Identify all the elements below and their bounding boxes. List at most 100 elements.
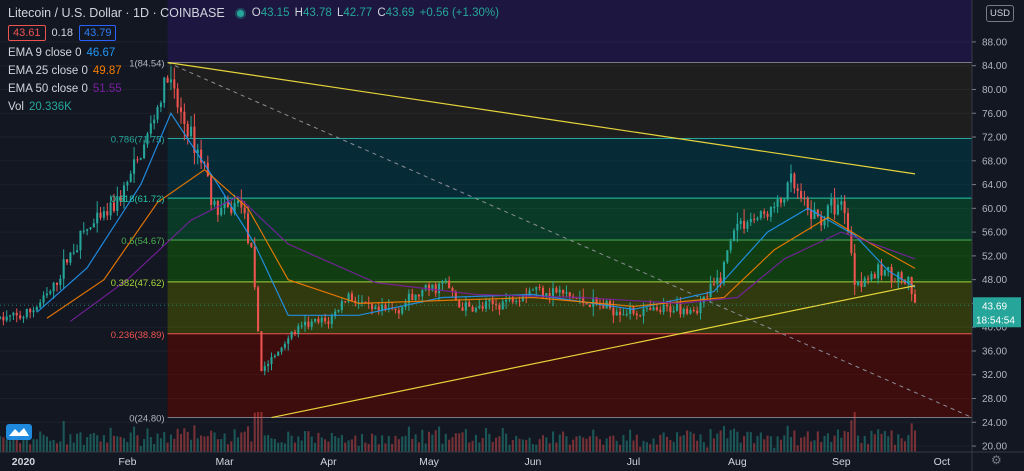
- currency-button[interactable]: USD: [986, 5, 1014, 22]
- candle-body: [2, 316, 5, 321]
- volume-bar: [629, 429, 632, 452]
- volume-bar: [86, 437, 89, 452]
- volume-bar: [122, 438, 126, 452]
- candle-body: [669, 306, 672, 313]
- study-value: 49.87: [92, 65, 122, 77]
- price-tick-label: 28.00: [982, 394, 1007, 405]
- volume-bar: [99, 441, 102, 452]
- candle-body: [783, 199, 786, 203]
- candle-body: [444, 280, 447, 282]
- volume-bar: [424, 443, 427, 452]
- volume-bar: [59, 441, 62, 452]
- ask-price-button[interactable]: 43.79: [78, 25, 117, 41]
- volume-bar: [173, 438, 176, 452]
- volume-bar: [863, 435, 866, 452]
- volume-bar: [907, 435, 910, 452]
- candle-body: [307, 321, 310, 327]
- candle-body: [22, 317, 25, 319]
- gear-icon[interactable]: ⚙: [991, 453, 1002, 467]
- volume-bar: [203, 436, 206, 452]
- volume-bar: [501, 428, 504, 452]
- candle-body: [25, 308, 28, 318]
- volume-bar: [468, 442, 471, 452]
- candle-body: [575, 298, 578, 300]
- study-ema9[interactable]: EMA 9 close 0 46.67: [8, 47, 501, 59]
- candle-body: [236, 200, 240, 204]
- candle-body: [692, 310, 695, 312]
- volume-bar: [250, 441, 253, 452]
- price-tick-label: 24.00: [982, 418, 1007, 429]
- volume-bar: [568, 444, 571, 452]
- price-tick-label: 48.00: [982, 275, 1007, 286]
- candle-body: [15, 312, 18, 316]
- ohlc-close: 43.69: [385, 7, 415, 19]
- volume-bar: [598, 439, 601, 452]
- candle-body: [857, 281, 860, 285]
- volume-bar: [840, 437, 843, 452]
- volume-bar: [682, 435, 685, 452]
- volume-bar: [153, 444, 156, 452]
- ohlc-close-key: C: [377, 7, 386, 19]
- volume-bar: [806, 431, 809, 452]
- volume-bar: [337, 437, 340, 452]
- study-value: 51.55: [92, 83, 122, 95]
- volume-bar: [820, 441, 823, 452]
- candle-body: [558, 289, 561, 293]
- volume-bar: [357, 445, 360, 452]
- price-axis[interactable]: 88.00 84.00 80.00 76.00 72.00 68.00 64.00 60.00…: [971, 0, 1024, 471]
- candle-body: [830, 198, 833, 206]
- volume-bar: [495, 437, 498, 452]
- candle-body: [62, 259, 65, 279]
- symbol-title[interactable]: Litecoin / U.S. Dollar · 1D · COINBASE: [8, 6, 225, 20]
- candle-body: [438, 283, 441, 294]
- candle-body: [766, 213, 769, 217]
- candle-body: [417, 294, 421, 297]
- candle-body: [5, 316, 8, 321]
- candle-body: [478, 306, 481, 308]
- candle-body: [133, 159, 136, 174]
- study-ema50[interactable]: EMA 50 close 0 51.55: [8, 83, 501, 95]
- candle-body: [377, 306, 380, 311]
- candle-body: [394, 308, 397, 311]
- volume-bar: [102, 435, 105, 452]
- candle-body: [360, 301, 364, 303]
- volume-bar: [354, 435, 357, 452]
- time-axis-label: 2020: [12, 456, 36, 468]
- volume-bar: [320, 437, 323, 452]
- volume-bar: [310, 436, 313, 452]
- volume-bar: [692, 433, 695, 452]
- candle-body: [813, 209, 816, 219]
- study-volume[interactable]: Vol 20.336K: [8, 101, 501, 113]
- volume-bar: [612, 435, 615, 452]
- volume-bar: [206, 436, 209, 452]
- volume-bar: [669, 439, 672, 452]
- tradingview-logo-icon[interactable]: [6, 424, 32, 440]
- volume-bar: [42, 434, 45, 452]
- volume-bar: [803, 436, 806, 452]
- candle-body: [280, 347, 283, 352]
- volume-bar: [836, 429, 839, 452]
- volume-bar: [139, 446, 142, 452]
- volume-bar: [163, 431, 166, 452]
- volume-bar: [686, 430, 689, 452]
- volume-bar: [726, 438, 729, 452]
- candle-body: [622, 314, 625, 316]
- volume-bar: [572, 439, 575, 452]
- volume-bar: [133, 426, 136, 452]
- time-axis[interactable]: 2020 Feb Mar Apr May Jun Jul Aug Sep Oct: [0, 451, 1024, 468]
- candle-body: [126, 182, 129, 186]
- study-label: EMA 25 close 0: [8, 65, 88, 77]
- candle-body: [310, 321, 313, 327]
- price-tick-label: 60.00: [982, 204, 1007, 215]
- study-ema25[interactable]: EMA 25 close 0 49.87: [8, 65, 501, 77]
- candle-body: [484, 301, 488, 309]
- candle-body: [92, 223, 95, 228]
- volume-bar: [45, 436, 48, 452]
- study-label: EMA 9 close 0: [8, 47, 82, 59]
- candle-body: [397, 310, 400, 314]
- volume-bar: [622, 434, 625, 452]
- bid-price-button[interactable]: 43.61: [8, 25, 46, 41]
- volume-bar: [404, 435, 407, 452]
- candle-body: [213, 201, 216, 205]
- candle-body: [327, 321, 330, 324]
